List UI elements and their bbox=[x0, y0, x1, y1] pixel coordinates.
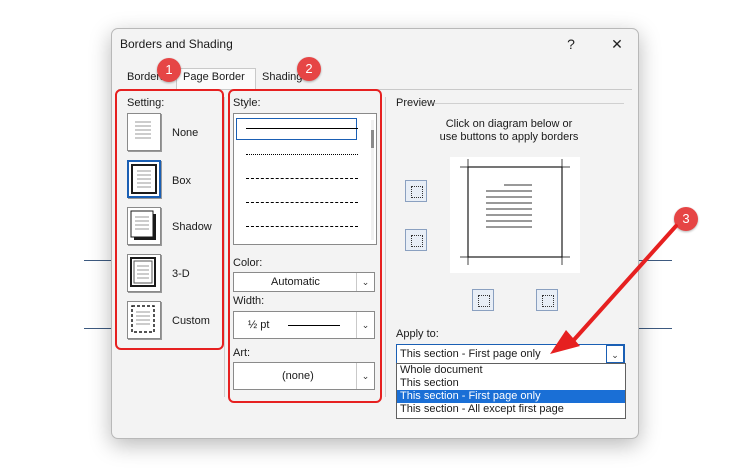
apply-option-all-except-first[interactable]: This section - All except first page bbox=[397, 403, 625, 416]
annotation-badge-3: 3 bbox=[674, 207, 698, 231]
document-line bbox=[639, 328, 672, 329]
dialog-title: Borders and Shading bbox=[120, 37, 233, 51]
document-line bbox=[84, 260, 112, 261]
apply-to-label: Apply to: bbox=[396, 328, 439, 340]
document-line bbox=[84, 328, 112, 329]
help-button[interactable]: ? bbox=[557, 33, 585, 55]
preview-divider bbox=[434, 103, 624, 104]
preview-instruction-2: use buttons to apply borders bbox=[439, 131, 579, 143]
apply-to-value: This section - First page only bbox=[400, 348, 541, 360]
preview-diagram[interactable] bbox=[450, 157, 580, 273]
annotation-badge-1: 1 bbox=[157, 58, 181, 82]
preview-page-icon bbox=[460, 159, 570, 265]
chevron-down-icon: ⌄ bbox=[606, 345, 624, 363]
preview-instruction-1: Click on diagram below or bbox=[445, 118, 573, 130]
annotation-setting-highlight bbox=[115, 89, 224, 350]
tab-page-border[interactable]: Page Border bbox=[183, 71, 245, 83]
divider bbox=[385, 97, 386, 397]
bottom-border-button[interactable] bbox=[405, 229, 427, 251]
document-line bbox=[639, 260, 672, 261]
title-bar: Borders and Shading ? ✕ bbox=[112, 29, 638, 61]
apply-to-select[interactable]: This section - First page only ⌄ bbox=[396, 344, 625, 364]
annotation-badge-2: 2 bbox=[297, 57, 321, 81]
annotation-style-highlight bbox=[228, 89, 382, 403]
apply-option-whole-document[interactable]: Whole document bbox=[397, 364, 625, 377]
close-button[interactable]: ✕ bbox=[603, 33, 631, 55]
tab-shading[interactable]: Shading bbox=[262, 71, 302, 83]
apply-option-first-page[interactable]: This section - First page only bbox=[397, 390, 625, 403]
apply-option-this-section[interactable]: This section bbox=[397, 377, 625, 390]
apply-to-dropdown[interactable]: Whole document This section This section… bbox=[396, 363, 626, 419]
divider bbox=[224, 97, 225, 397]
left-border-button[interactable] bbox=[472, 289, 494, 311]
preview-heading: Preview bbox=[396, 97, 436, 109]
right-border-button[interactable] bbox=[536, 289, 558, 311]
top-border-button[interactable] bbox=[405, 180, 427, 202]
